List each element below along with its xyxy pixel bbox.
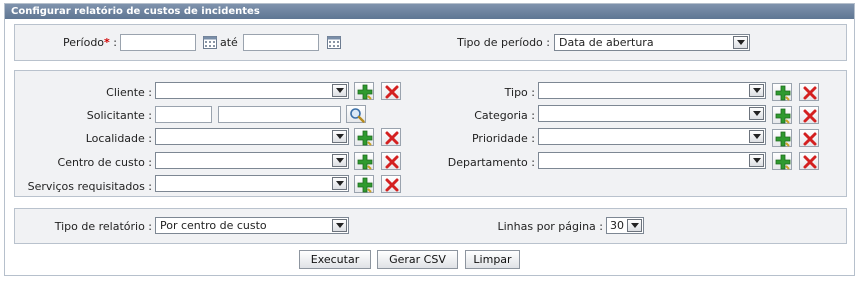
report-type-select[interactable]: Por centro de custo: [155, 217, 349, 234]
period-start-input[interactable]: [120, 34, 196, 51]
remove-departamento-button[interactable]: [799, 152, 819, 170]
chevron-down-icon[interactable]: [332, 84, 347, 97]
remove-prioridade-button[interactable]: [799, 129, 819, 147]
remove-icon: [385, 85, 399, 99]
add-tipo-button[interactable]: [772, 83, 792, 101]
add-localidade-button[interactable]: [354, 128, 374, 146]
servicos-label: Serviços requisitados :: [27, 180, 152, 193]
execute-button[interactable]: Executar: [299, 250, 371, 269]
remove-categoria-button[interactable]: [799, 106, 819, 124]
chevron-down-icon[interactable]: [749, 107, 764, 120]
remove-servicos-button[interactable]: [381, 175, 401, 193]
chevron-down-icon[interactable]: [332, 130, 347, 143]
localidade-select[interactable]: [155, 128, 349, 145]
prioridade-label: Prioridade :: [471, 132, 535, 145]
period-type-label: Tipo de período :: [457, 36, 550, 49]
chevron-down-icon[interactable]: [332, 177, 347, 190]
add-cliente-button[interactable]: [354, 82, 374, 100]
calendar-icon[interactable]: [203, 35, 217, 49]
remove-icon: [803, 86, 817, 100]
report-panel: Tipo de relatório : Por centro de custo …: [14, 208, 847, 244]
period-type-select[interactable]: Data de abertura: [554, 34, 750, 51]
chevron-down-icon[interactable]: [627, 219, 642, 232]
period-panel: Período* : até Tipo de período : Data de…: [14, 24, 847, 61]
remove-cliente-button[interactable]: [381, 82, 401, 100]
report-type-value: Por centro de custo: [160, 219, 267, 232]
add-icon: [357, 154, 373, 170]
chevron-down-icon[interactable]: [332, 219, 347, 232]
add-icon: [775, 85, 791, 101]
remove-centro-custo-button[interactable]: [381, 152, 401, 170]
lines-per-page-value: 30: [610, 219, 624, 232]
remove-icon: [385, 131, 399, 145]
tipo-label: Tipo :: [504, 86, 535, 99]
lines-per-page-select[interactable]: 30: [606, 217, 644, 234]
add-servicos-button[interactable]: [354, 175, 374, 193]
remove-icon: [385, 155, 399, 169]
add-icon: [775, 131, 791, 147]
chevron-down-icon[interactable]: [332, 154, 347, 167]
cliente-select[interactable]: [155, 82, 349, 99]
add-prioridade-button[interactable]: [772, 129, 792, 147]
remove-tipo-button[interactable]: [799, 83, 819, 101]
solicitante-code-input[interactable]: [155, 106, 212, 123]
add-categoria-button[interactable]: [772, 106, 792, 124]
chevron-down-icon[interactable]: [733, 36, 748, 49]
remove-icon: [385, 178, 399, 192]
chevron-down-icon[interactable]: [749, 84, 764, 97]
add-icon: [357, 84, 373, 100]
report-type-label: Tipo de relatório :: [54, 220, 152, 233]
add-icon: [775, 154, 791, 170]
lines-per-page-label: Linhas por página :: [497, 220, 603, 233]
prioridade-select[interactable]: [538, 128, 766, 145]
servicos-select[interactable]: [155, 175, 349, 192]
add-centro-custo-button[interactable]: [354, 152, 374, 170]
centro-custo-select[interactable]: [155, 152, 349, 169]
required-marker: *: [104, 36, 110, 49]
add-icon: [775, 108, 791, 124]
add-departamento-button[interactable]: [772, 152, 792, 170]
cliente-label: Cliente :: [106, 86, 152, 99]
localidade-label: Localidade :: [85, 132, 152, 145]
solicitante-label: Solicitante :: [86, 109, 152, 122]
filters-panel: Cliente : Solicitante : Localidade : Cen…: [14, 70, 847, 197]
categoria-select[interactable]: [538, 105, 766, 122]
chevron-down-icon[interactable]: [749, 154, 764, 167]
departamento-label: Departamento :: [447, 156, 535, 169]
remove-icon: [803, 155, 817, 169]
departamento-select[interactable]: [538, 152, 766, 169]
search-icon: [350, 108, 365, 123]
remove-icon: [803, 109, 817, 123]
period-label: Período* :: [63, 36, 117, 49]
generate-csv-button[interactable]: Gerar CSV: [377, 250, 458, 269]
period-end-input[interactable]: [243, 34, 319, 51]
window-title: Configurar relatório de custos de incide…: [5, 4, 854, 19]
search-solicitante-button[interactable]: [346, 105, 366, 123]
add-icon: [357, 177, 373, 193]
chevron-down-icon[interactable]: [749, 130, 764, 143]
clear-button[interactable]: Limpar: [465, 250, 520, 269]
remove-localidade-button[interactable]: [381, 128, 401, 146]
centro-custo-label: Centro de custo :: [57, 156, 152, 169]
categoria-label: Categoria :: [474, 109, 535, 122]
remove-icon: [803, 132, 817, 146]
calendar-icon[interactable]: [327, 35, 341, 49]
period-type-value: Data de abertura: [559, 36, 654, 49]
solicitante-name-input[interactable]: [218, 106, 341, 123]
report-config-window: Configurar relatório de custos de incide…: [4, 3, 855, 276]
period-separator: até: [220, 36, 238, 49]
add-icon: [357, 130, 373, 146]
tipo-select[interactable]: [538, 82, 766, 99]
